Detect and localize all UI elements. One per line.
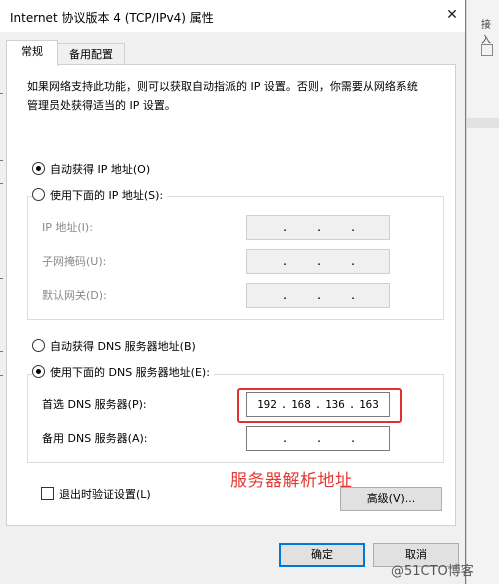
subnet-mask-field[interactable]: ...	[246, 249, 390, 274]
radio-manual-ip-indicator[interactable]	[32, 188, 45, 201]
ip-address-label: IP 地址(I):	[42, 221, 93, 234]
background-window-strip	[467, 118, 499, 128]
radio-manual-dns-label: 使用下面的 DNS 服务器地址(E):	[50, 366, 210, 379]
window-title: Internet 协议版本 4 (TCP/IPv4) 属性	[10, 11, 214, 25]
background-window: 接入	[466, 0, 499, 584]
subnet-mask-label: 子网掩码(U):	[42, 255, 107, 268]
validate-settings-box[interactable]	[41, 487, 54, 500]
annotation-text: 服务器解析地址	[230, 471, 353, 491]
watermark: @51CTO博客	[391, 564, 474, 579]
tab-alternate-configuration[interactable]: 备用配置	[57, 43, 125, 66]
default-gateway-field[interactable]: ...	[246, 283, 390, 308]
background-window-text: 接入	[481, 20, 491, 46]
radio-auto-ip-label: 自动获得 IP 地址(O)	[50, 163, 151, 176]
preferred-dns-label: 首选 DNS 服务器(P):	[42, 398, 147, 411]
radio-manual-dns-indicator[interactable]	[32, 365, 45, 378]
radio-manual-ip-label: 使用下面的 IP 地址(S):	[50, 189, 164, 202]
radio-auto-dns-indicator[interactable]	[32, 339, 45, 352]
annotation-highlight-box	[237, 388, 402, 423]
validate-settings-label: 退出时验证设置(L)	[59, 488, 151, 501]
ip-address-field[interactable]: ...	[246, 215, 390, 240]
title-bar[interactable]: Internet 协议版本 4 (TCP/IPv4) 属性 ✕	[0, 0, 465, 32]
left-edge-ticks	[0, 93, 3, 393]
default-gateway-label: 默认网关(D):	[42, 289, 107, 302]
description-text: 如果网络支持此功能，则可以获取自动指派的 IP 设置。否则，你需要从网络系统管理…	[27, 80, 418, 112]
ok-button[interactable]: 确定	[279, 543, 365, 567]
radio-auto-dns[interactable]: 自动获得 DNS 服务器地址(B)	[32, 339, 196, 355]
tab-general[interactable]: 常规	[6, 40, 58, 66]
background-window-icon	[481, 44, 493, 56]
validate-settings-checkbox[interactable]: 退出时验证设置(L)	[41, 487, 151, 503]
radio-auto-ip[interactable]: 自动获得 IP 地址(O)	[32, 162, 150, 178]
radio-manual-ip[interactable]: 使用下面的 IP 地址(S):	[32, 188, 168, 204]
alternate-dns-field[interactable]: ...	[246, 426, 390, 451]
radio-manual-dns[interactable]: 使用下面的 DNS 服务器地址(E):	[32, 365, 214, 381]
advanced-button[interactable]: 高级(V)...	[340, 487, 442, 511]
close-button[interactable]: ✕	[440, 3, 464, 27]
radio-auto-ip-indicator[interactable]	[32, 162, 45, 175]
alternate-dns-label: 备用 DNS 服务器(A):	[42, 432, 148, 445]
radio-auto-dns-label: 自动获得 DNS 服务器地址(B)	[50, 340, 196, 353]
tcpip-properties-dialog: Internet 协议版本 4 (TCP/IPv4) 属性 ✕ 常规 备用配置 …	[0, 0, 466, 584]
